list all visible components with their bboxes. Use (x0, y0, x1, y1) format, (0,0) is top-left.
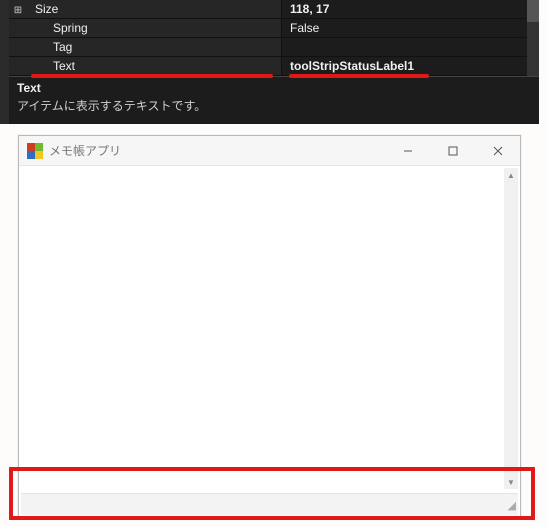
window-title: メモ帳アプリ (49, 142, 121, 159)
property-value[interactable]: toolStripStatusLabel1 (281, 57, 539, 75)
expand-spacer (9, 57, 27, 75)
property-row-spring[interactable]: Spring False (9, 19, 539, 38)
resize-grip-icon[interactable]: ◢ (504, 501, 516, 513)
property-description: Text アイテムに表示するテキストです。 (9, 76, 539, 114)
client-area: ▲ ▼ ◢ (19, 166, 520, 517)
property-value[interactable] (281, 38, 539, 56)
minimize-button[interactable] (385, 136, 430, 166)
property-row-size[interactable]: Size 118, 17 (9, 0, 539, 19)
property-value[interactable]: 118, 17 (281, 0, 539, 18)
editor-gutter (0, 0, 9, 124)
property-row-tag[interactable]: Tag (9, 38, 539, 57)
close-button[interactable] (475, 136, 520, 166)
expand-icon[interactable] (9, 0, 27, 18)
property-name: Spring (27, 19, 281, 37)
maximize-button[interactable] (430, 136, 475, 166)
app-icon (27, 143, 43, 159)
property-description-text: アイテムに表示するテキストです。 (17, 97, 531, 114)
highlight-underline (289, 74, 429, 78)
property-name: Tag (27, 38, 281, 56)
highlight-underline (31, 74, 273, 78)
propgrid-scrollthumb[interactable] (527, 0, 539, 22)
expand-spacer (9, 19, 27, 37)
expand-spacer (9, 38, 27, 56)
property-name: Text (27, 57, 281, 75)
property-name: Size (27, 0, 281, 18)
titlebar[interactable]: メモ帳アプリ (19, 136, 520, 166)
status-strip[interactable]: ◢ (21, 493, 518, 515)
textbox-scrollbar[interactable]: ▲ ▼ (504, 168, 518, 489)
app-window: メモ帳アプリ ▲ ▼ ◢ (18, 135, 521, 518)
property-rows: Size 118, 17 Spring False Tag Text toolS… (9, 0, 539, 76)
text-editor[interactable] (21, 168, 502, 489)
property-grid: Size 118, 17 Spring False Tag Text toolS… (9, 0, 539, 124)
property-value[interactable]: False (281, 19, 539, 37)
scroll-down-icon[interactable]: ▼ (504, 475, 518, 489)
scroll-up-icon[interactable]: ▲ (504, 168, 518, 182)
property-description-title: Text (17, 81, 531, 95)
